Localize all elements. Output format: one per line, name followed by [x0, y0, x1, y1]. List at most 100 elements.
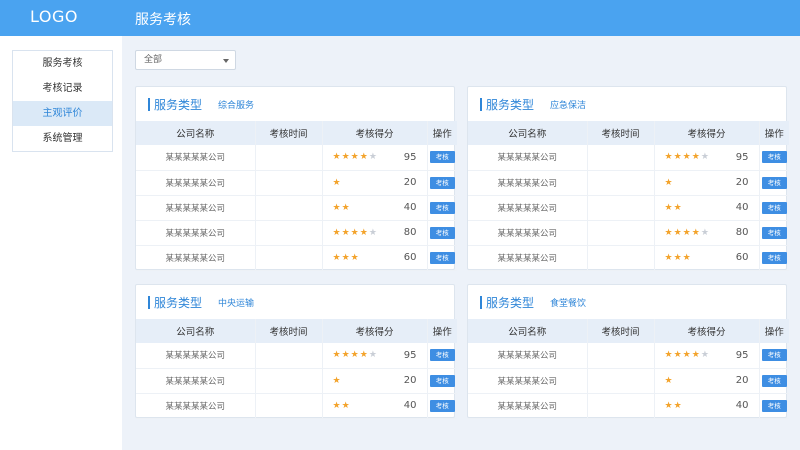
star-icon: ★: [673, 252, 683, 263]
star-icon: ★: [664, 202, 674, 213]
table-row: 某某某某某公司 ★★★★★ 95 考核: [136, 145, 457, 171]
score-cell: ★★★★★ 95: [322, 343, 428, 369]
score-cell: ★★ 40: [322, 195, 428, 221]
table-row: 某某某某某公司 ★★★★★ 95 考核: [468, 343, 789, 369]
star-rating: ★★: [333, 203, 391, 213]
action-cell: 考核: [427, 195, 457, 221]
score-cell: ★★★ 60: [322, 245, 428, 271]
assessment-time: [255, 145, 323, 171]
star-rating: ★★: [665, 203, 723, 213]
assess-button[interactable]: 考核: [429, 201, 455, 214]
assessment-time-header: 考核时间: [587, 121, 655, 145]
score-value: 60: [735, 252, 749, 263]
sidebar-item[interactable]: 考核记录: [13, 76, 112, 101]
assessment-time: [255, 245, 323, 271]
score-cell: ★★★★★ 80: [322, 220, 428, 246]
star-empty-icon: ★: [368, 152, 378, 163]
star-icon: ★: [664, 177, 674, 188]
table-row: 某某某某某公司 ★★★★★ 80 考核: [468, 220, 789, 246]
score-value: 40: [403, 202, 417, 213]
score-cell: ★★★★★ 80: [654, 220, 760, 246]
assessment-time-header: 考核时间: [255, 121, 323, 145]
score-value: 95: [735, 349, 749, 361]
score-header: 考核得分: [654, 319, 760, 343]
score-value: 60: [403, 252, 417, 263]
assess-button[interactable]: 考核: [761, 374, 787, 387]
star-icon: ★: [682, 350, 692, 361]
assess-button[interactable]: 考核: [761, 349, 787, 362]
star-icon: ★: [691, 350, 701, 361]
action-cell: 考核: [759, 145, 789, 171]
chevron-down-icon: [223, 59, 229, 63]
action-cell: 考核: [759, 343, 789, 369]
score-value: 20: [403, 177, 417, 188]
sidebar-item[interactable]: 服务考核: [13, 51, 112, 76]
score-cell: ★★★★★ 95: [322, 145, 428, 171]
company-name: 某某某某某公司: [468, 145, 588, 171]
table-header-row: 公司名称 考核时间 考核得分 操作: [136, 121, 457, 145]
assess-button[interactable]: 考核: [761, 251, 787, 264]
score-table: 公司名称 考核时间 考核得分 操作 某某某某某公司 ★★★★★ 95 考核 某某某某某公司 ★ 20…: [468, 319, 789, 419]
score-header: 考核得分: [322, 319, 428, 343]
action-cell: 考核: [759, 393, 789, 419]
star-rating: ★★★★★: [333, 350, 391, 360]
star-icon: ★: [664, 152, 674, 163]
sidebar-item[interactable]: 主观评价: [13, 101, 112, 126]
star-rating: ★: [333, 178, 391, 188]
service-type-link[interactable]: 综合服务: [218, 98, 254, 111]
company-name: 某某某某某公司: [136, 368, 256, 394]
service-type-link[interactable]: 中央运输: [218, 296, 254, 309]
table-row: 某某某某某公司 ★ 20 考核: [468, 368, 789, 394]
sidebar-item[interactable]: 系统管理: [13, 126, 112, 151]
company-name: 某某某某某公司: [136, 245, 256, 271]
score-value: 95: [735, 151, 749, 163]
score-table: 公司名称 考核时间 考核得分 操作 某某某某某公司 ★★★★★ 95 考核 某某某某某公司 ★ 20…: [136, 319, 457, 419]
star-rating: ★★★★★: [665, 228, 723, 238]
card-header: 服务类型 综合服务: [136, 87, 454, 121]
star-icon: ★: [332, 177, 342, 188]
assess-button[interactable]: 考核: [761, 399, 787, 412]
service-filter-select[interactable]: 全部: [135, 50, 236, 70]
assessment-time: [587, 170, 655, 196]
assess-button[interactable]: 考核: [429, 151, 455, 164]
assess-button[interactable]: 考核: [429, 226, 455, 239]
assess-button[interactable]: 考核: [429, 399, 455, 412]
assess-button[interactable]: 考核: [429, 251, 455, 264]
action-cell: 考核: [427, 245, 457, 271]
action-cell: 考核: [427, 343, 457, 369]
company-name: 某某某某某公司: [136, 220, 256, 246]
assessment-time-header: 考核时间: [255, 319, 323, 343]
action-cell: 考核: [759, 195, 789, 221]
title-accent-bar: [148, 98, 150, 111]
star-rating: ★★★★★: [665, 350, 723, 360]
star-icon: ★: [332, 400, 342, 411]
action-cell: 考核: [759, 220, 789, 246]
title-accent-bar: [480, 296, 482, 309]
assessment-time: [255, 393, 323, 419]
score-cell: ★★ 40: [322, 393, 428, 419]
star-icon: ★: [332, 152, 342, 163]
action-cell: 考核: [427, 145, 457, 171]
star-rating: ★★★★★: [333, 152, 391, 162]
assess-button[interactable]: 考核: [429, 176, 455, 189]
table-header-row: 公司名称 考核时间 考核得分 操作: [136, 319, 457, 343]
assess-button[interactable]: 考核: [761, 151, 787, 164]
score-header: 考核得分: [654, 121, 760, 145]
assess-button[interactable]: 考核: [429, 349, 455, 362]
star-icon: ★: [664, 350, 674, 361]
service-type-link[interactable]: 应急保洁: [550, 98, 586, 111]
star-empty-icon: ★: [368, 227, 378, 238]
company-name: 某某某某某公司: [468, 245, 588, 271]
service-card-2: 服务类型 应急保洁 公司名称 考核时间 考核得分 操作 某某某某某公司 ★★★★★ 95 考核 某某…: [467, 86, 789, 271]
assess-button[interactable]: 考核: [761, 226, 787, 239]
assess-button[interactable]: 考核: [761, 176, 787, 189]
service-card-4: 服务类型 食堂餐饮 公司名称 考核时间 考核得分 操作 某某某某某公司 ★★★★★ 95 考核 某某…: [467, 284, 789, 419]
assess-button[interactable]: 考核: [761, 201, 787, 214]
assess-button[interactable]: 考核: [429, 374, 455, 387]
star-rating: ★: [665, 178, 723, 188]
table-row: 某某某某某公司 ★★ 40 考核: [136, 393, 457, 419]
star-icon: ★: [341, 202, 351, 213]
action-cell: 考核: [759, 170, 789, 196]
service-type-link[interactable]: 食堂餐饮: [550, 296, 586, 309]
star-icon: ★: [341, 227, 351, 238]
